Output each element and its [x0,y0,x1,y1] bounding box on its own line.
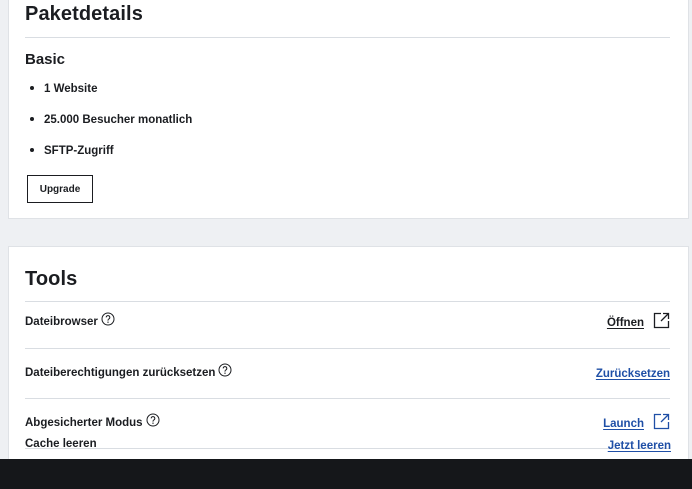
divider [25,398,670,399]
tool-label-text: Abgesicherter Modus [25,417,143,430]
package-details-title: Paketdetails [25,3,143,25]
tool-label-text: Cache leeren [25,438,97,450]
help-icon[interactable] [218,363,232,380]
divider [25,348,670,349]
help-icon[interactable] [101,312,115,329]
tool-label-text: Dateiberechtigungen zurücksetzen [25,367,216,380]
upgrade-button[interactable]: Upgrade [27,175,93,203]
tool-row-reset-permissions: Dateiberechtigungen zurücksetzen Zurücks… [25,363,670,384]
feature-text: 1 Website [44,83,98,95]
help-icon[interactable] [146,413,160,430]
feature-item: 1 Website [27,83,97,95]
bullet-icon [30,147,34,152]
clear-cache-link[interactable]: Jetzt leeren [608,440,671,452]
tools-title: Tools [25,268,78,290]
launch-safe-mode-link[interactable]: Launch [603,418,644,430]
tool-action: Zurücksetzen [596,364,670,384]
bullet-icon [30,116,34,121]
divider [25,301,670,302]
bullet-icon [30,85,34,90]
tool-row-file-browser: Dateibrowser Öffnen [25,312,670,334]
divider [25,37,670,38]
tool-action: Launch [603,413,670,435]
package-details-card: Paketdetails Basic 1 Website 25.000 Besu… [8,0,689,219]
reset-permissions-link[interactable]: Zurücksetzen [596,368,670,380]
plan-name: Basic [25,51,66,68]
tool-label: Dateibrowser [25,312,115,329]
bottom-bar [0,459,692,489]
external-link-icon[interactable] [653,413,670,435]
tool-action: Jetzt leeren [608,436,671,456]
feature-item: 25.000 Besucher monatlich [27,114,192,126]
tool-action: Öffnen [607,312,670,334]
feature-text: SFTP-Zugriff [44,145,114,157]
tool-label: Dateiberechtigungen zurücksetzen [25,363,232,380]
feature-text: 25.000 Besucher monatlich [44,114,193,126]
tool-row-safe-mode: Abgesicherter Modus Launch [25,413,670,435]
external-link-icon[interactable] [653,312,670,334]
open-file-browser-link[interactable]: Öffnen [607,317,644,329]
tool-row-clear-cache: Cache leeren Jetzt leeren [25,436,671,456]
tool-label: Abgesicherter Modus [25,413,160,430]
tool-label-text: Dateibrowser [25,316,98,329]
feature-item: SFTP-Zugriff [27,145,114,157]
